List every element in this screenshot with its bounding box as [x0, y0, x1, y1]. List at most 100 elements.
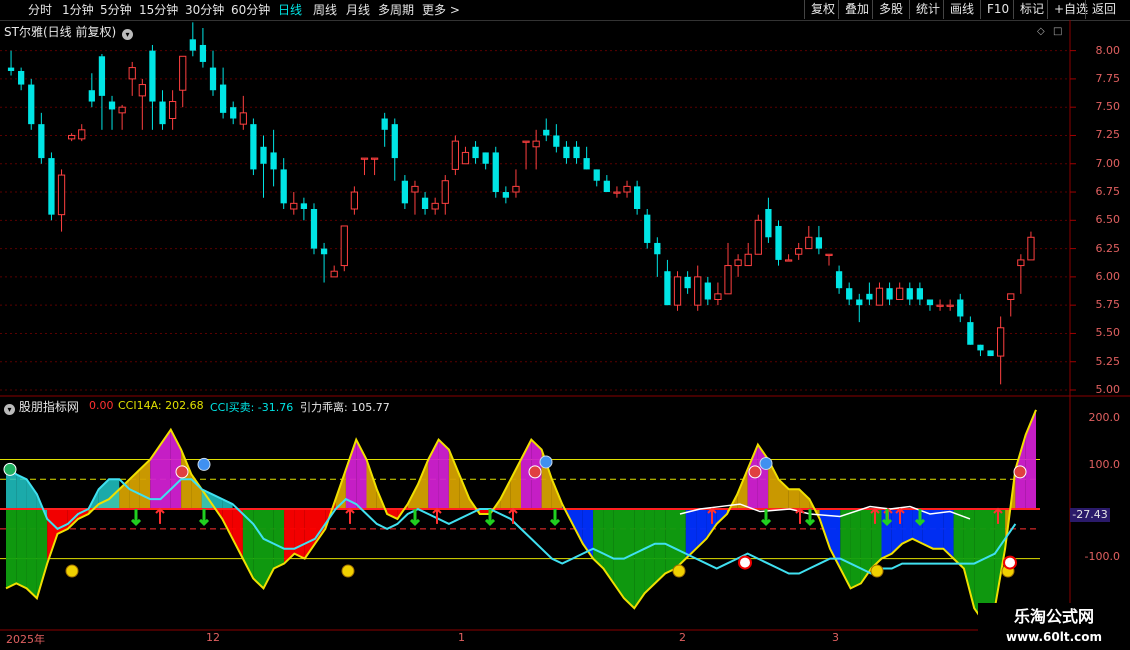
period-tab-timeshare[interactable]: 分时 — [28, 2, 52, 18]
candle-body-down — [835, 271, 843, 289]
date-label: 2 — [679, 631, 686, 644]
candle-body-up — [784, 259, 793, 262]
f10-button[interactable]: F10 — [980, 0, 1015, 19]
buy-arrow-icon — [795, 507, 805, 524]
candle-body-down — [644, 214, 651, 243]
candle-body-up — [754, 219, 762, 255]
price-axis-tick: 6.00 — [1095, 269, 1121, 283]
smiley-icon — [341, 564, 355, 578]
indicator-value-zero: 0.00 — [89, 399, 114, 412]
price-panel-title: ST尔雅(日线 前复权) ▾ — [4, 23, 133, 40]
expand-icon[interactable]: □ — [1053, 26, 1062, 37]
candle-body-down — [310, 209, 318, 249]
back-button[interactable]: 返回 — [1085, 0, 1122, 19]
blue-ball-icon — [197, 457, 211, 471]
cci-area-segment — [933, 509, 944, 549]
candle-body-down — [88, 90, 95, 102]
candle-body-down — [846, 288, 853, 300]
blue-ball-icon — [539, 455, 553, 469]
candle-body-up — [370, 157, 379, 160]
candle-body-down — [250, 124, 257, 170]
indicator-value-gravity-deviation: 引力乖离: 105.77 — [300, 401, 390, 414]
period-tab-monthly[interactable]: 月线 — [346, 2, 370, 18]
candle-body-up — [694, 276, 702, 306]
draw-line-button[interactable]: 画线 — [943, 0, 980, 19]
candle-body-up — [875, 287, 884, 306]
cci-area-segment — [654, 509, 666, 584]
chevron-down-icon[interactable]: ▾ — [4, 404, 15, 415]
price-axis-tick: 7.50 — [1095, 100, 1121, 114]
red-ball-icon — [1013, 465, 1027, 479]
chart-canvas — [0, 20, 1130, 631]
price-axis-tick: 7.00 — [1095, 156, 1121, 170]
candle-body-down — [421, 197, 429, 209]
candle-body-up — [340, 225, 348, 267]
candle-body-up — [57, 174, 66, 216]
candle-body-down — [765, 209, 772, 238]
overlay-button[interactable]: 叠加 — [838, 0, 875, 19]
period-tab-multi[interactable]: 多周期 — [378, 2, 414, 18]
candle-body-up — [461, 151, 470, 165]
candle-body-down — [48, 158, 55, 215]
price-axis-tick: 6.75 — [1095, 185, 1121, 199]
candle-body-up — [997, 327, 1005, 357]
candle-body-down — [957, 299, 964, 317]
watermark: 乐淘公式网 www.60lt.com — [978, 603, 1130, 650]
candle-body-down — [7, 67, 15, 71]
candle-body-down — [381, 118, 388, 130]
price-axis-tick: 6.25 — [1095, 241, 1121, 255]
red-ball-icon — [175, 465, 189, 479]
candle-body-down — [472, 146, 479, 159]
diamond-icon[interactable]: ◇ — [1037, 26, 1045, 37]
period-tab-1min[interactable]: 1分钟 — [62, 2, 94, 18]
period-tab-more[interactable]: 更多 > — [422, 2, 460, 18]
candle-body-down — [38, 124, 45, 159]
candle-body-up — [68, 134, 76, 140]
cci-area-segment — [418, 459, 429, 510]
statistics-button[interactable]: 统计 — [909, 0, 946, 19]
candle-body-down — [260, 146, 267, 164]
cci-area-segment — [232, 509, 243, 559]
candle-body-up — [936, 304, 944, 307]
period-tab-weekly[interactable]: 周线 — [313, 2, 337, 18]
period-tab-5min[interactable]: 5分钟 — [100, 2, 132, 18]
period-tab-daily[interactable]: 日线 — [278, 2, 302, 18]
multi-stock-button[interactable]: 多股 — [872, 0, 909, 19]
cci-area-segment — [665, 509, 676, 574]
period-tab-30min[interactable]: 30分钟 — [185, 2, 224, 18]
price-axis-tick: 7.75 — [1095, 71, 1121, 85]
candle-body-down — [502, 192, 509, 198]
candle-body-down — [704, 282, 711, 300]
period-tab-60min[interactable]: 60分钟 — [231, 2, 270, 18]
candle-body-down — [391, 124, 398, 159]
candle-body-up — [512, 185, 520, 193]
candle-body-up — [724, 265, 732, 295]
watermark-url: www.60lt.com — [1005, 630, 1103, 644]
candle-body-up — [805, 236, 813, 250]
indicator-value-cci-trade: CCI买卖: -31.76 — [210, 401, 294, 414]
date-label: 3 — [832, 631, 839, 644]
candle-body-up — [411, 185, 419, 193]
date-label: 12 — [206, 631, 220, 644]
chevron-right-icon: > — [449, 3, 460, 17]
candle-body-down — [886, 288, 893, 300]
cci-area-segment — [294, 509, 305, 559]
candle-body-up — [78, 129, 86, 140]
plus-circle-icon — [1003, 555, 1017, 570]
stock-title: ST尔雅(日线 前复权) — [4, 25, 117, 39]
period-tab-15min[interactable]: 15分钟 — [139, 2, 178, 18]
plus-circle-icon — [738, 555, 752, 570]
mark-button[interactable]: 标记 — [1013, 0, 1050, 19]
candle-body-up — [946, 304, 954, 307]
cci-area-segment — [26, 509, 37, 599]
cci-area-segment — [922, 509, 933, 549]
candle-body-down — [159, 101, 166, 125]
candle-body-up — [451, 140, 459, 170]
candle-body-up — [1007, 293, 1015, 300]
candle-body-down — [573, 146, 580, 159]
candle-body-up — [138, 84, 146, 97]
restore-rights-button[interactable]: 复权 — [804, 0, 841, 19]
red-ball-icon — [748, 465, 762, 479]
chevron-down-icon[interactable]: ▾ — [121, 29, 133, 40]
price-axis-tick: 8.00 — [1095, 43, 1121, 57]
